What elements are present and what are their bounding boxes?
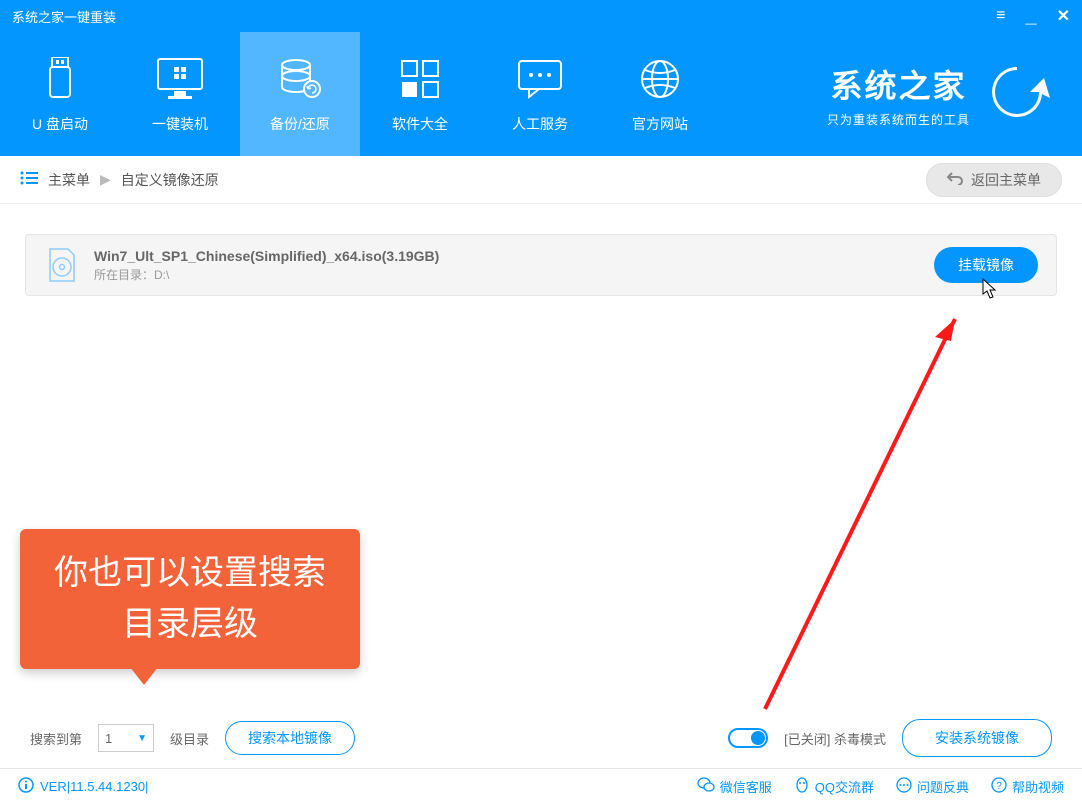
- breadcrumb-main[interactable]: 主菜单: [48, 170, 90, 190]
- iso-path: 所在目录：D:\: [94, 266, 920, 283]
- breadcrumb-current: 自定义镜像还原: [121, 170, 219, 190]
- list-icon: [20, 171, 38, 188]
- nav-bar: U 盘启动 一键装机 备份/还原 软件大全 人工服务 官方网站 系统之家 只为: [0, 32, 1082, 156]
- close-icon[interactable]: ✕: [1057, 6, 1070, 26]
- brand-logo-icon: [982, 64, 1052, 125]
- callout-text: 你也可以设置搜索目录层级: [50, 548, 330, 650]
- back-main-button[interactable]: 返回主菜单: [926, 163, 1062, 197]
- nav-label: 官方网站: [632, 114, 688, 134]
- search-local-button[interactable]: 搜索本地镀像: [225, 721, 355, 755]
- level-select[interactable]: 1 ▼: [98, 724, 154, 752]
- window-controls: ≡ _ ✕: [996, 6, 1070, 26]
- brand-subtitle: 只为重装系统而生的工具: [827, 111, 970, 128]
- nav-label: 一键装机: [152, 114, 208, 134]
- nav-label: 人工服务: [512, 114, 568, 134]
- apps-icon: [400, 54, 440, 104]
- chevron-right-icon: ▶: [100, 171, 111, 188]
- search-suffix-label: 级目录: [170, 729, 209, 748]
- install-system-button[interactable]: 安装系统镀像: [902, 719, 1052, 757]
- nav-label: 备份/还原: [270, 114, 330, 134]
- content-area: Win7_Ult_SP1_Chinese(Simplified)_x64.iso…: [0, 204, 1082, 708]
- brand-title: 系统之家: [830, 61, 966, 107]
- disc-icon: [44, 247, 80, 283]
- nav-item-usb[interactable]: U 盘启动: [0, 32, 120, 156]
- minimize-icon[interactable]: _: [1025, 12, 1036, 20]
- footer: VER|11.5.44.1230| 微信客服 QQ交流群 问题反典 ? 帮助视频: [0, 768, 1082, 804]
- iso-card[interactable]: Win7_Ult_SP1_Chinese(Simplified)_x64.iso…: [25, 234, 1057, 296]
- chat-icon: [517, 54, 563, 104]
- nav-item-software[interactable]: 软件大全: [360, 32, 480, 156]
- brand: 系统之家 只为重装系统而生的工具: [827, 61, 1082, 128]
- chevron-down-icon: ▼: [137, 733, 147, 744]
- virus-mode-label: [已关闭] 杀毒模式: [784, 729, 886, 748]
- bottom-bar: 搜索到第 1 ▼ 级目录 搜索本地镀像 [已关闭] 杀毒模式 安装系统镀像: [0, 708, 1082, 768]
- nav-item-reinstall[interactable]: 一键装机: [120, 32, 240, 156]
- breadcrumb-bar: 主菜单 ▶ 自定义镜像还原 返回主菜单: [0, 156, 1082, 204]
- nav-item-backup[interactable]: 备份/还原: [240, 32, 360, 156]
- virus-mode-toggle[interactable]: [728, 728, 768, 748]
- nav-item-support[interactable]: 人工服务: [480, 32, 600, 156]
- annotation-arrow: [755, 299, 975, 724]
- breadcrumb: 主菜单 ▶ 自定义镜像还原: [20, 170, 926, 190]
- undo-icon: [947, 171, 963, 188]
- mount-image-button[interactable]: 挂载镜像: [934, 247, 1038, 283]
- nav-label: 软件大全: [392, 114, 448, 134]
- callout-tooltip: 你也可以设置搜索目录层级: [20, 529, 360, 669]
- menu-icon[interactable]: ≡: [996, 7, 1005, 25]
- globe-icon: [639, 54, 681, 104]
- level-value: 1: [105, 731, 112, 746]
- iso-filename: Win7_Ult_SP1_Chinese(Simplified)_x64.iso…: [94, 248, 920, 264]
- search-prefix-label: 搜索到第: [30, 729, 82, 748]
- monitor-icon: [156, 54, 204, 104]
- toggle-knob: [751, 731, 765, 745]
- usb-icon: [44, 54, 76, 104]
- window-title: 系统之家一键重装: [12, 7, 996, 26]
- back-button-label: 返回主菜单: [971, 170, 1041, 190]
- nav-item-website[interactable]: 官方网站: [600, 32, 720, 156]
- nav-label: U 盘启动: [32, 114, 88, 134]
- iso-info: Win7_Ult_SP1_Chinese(Simplified)_x64.iso…: [94, 248, 920, 283]
- database-icon: [278, 54, 322, 104]
- title-bar: 系统之家一键重装 ≡ _ ✕: [0, 0, 1082, 32]
